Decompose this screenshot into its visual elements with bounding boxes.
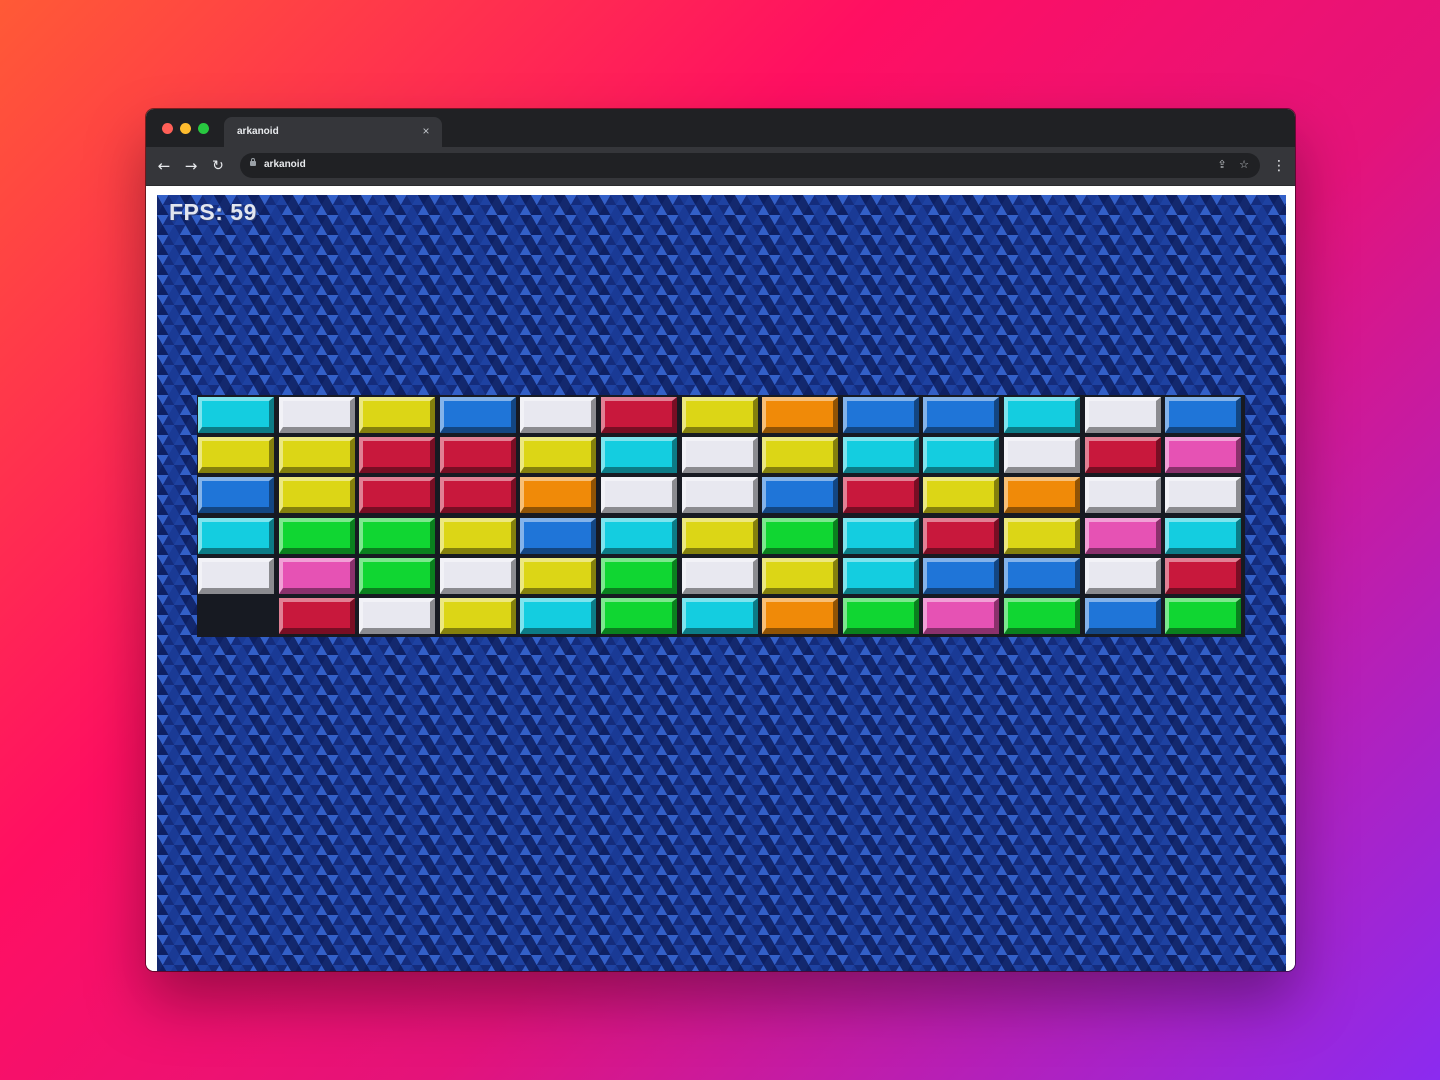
brick-cyan (681, 598, 758, 634)
brick-yellow (198, 437, 274, 474)
brick-pink (1165, 437, 1242, 474)
forward-arrow-icon[interactable]: → (181, 156, 201, 176)
brick-green (1004, 598, 1080, 634)
brick-yellow (439, 517, 516, 554)
brick-pink (1084, 517, 1161, 554)
brick-cyan (923, 437, 1000, 474)
brick-blue (1084, 598, 1161, 634)
brick-cyan (601, 437, 677, 474)
brick-white (1165, 477, 1242, 514)
brick-field (197, 395, 1245, 637)
brick-cyan (601, 517, 677, 554)
brick-orange (762, 397, 839, 433)
brick-orange (1004, 477, 1080, 514)
brick-pink (923, 598, 1000, 634)
brick-pink (278, 557, 355, 594)
maximize-window-button[interactable] (198, 123, 209, 134)
brick-blue (520, 517, 597, 554)
brick-blue (1165, 397, 1242, 433)
brick-white (601, 477, 677, 514)
brick-red (842, 477, 919, 514)
brick-cyan (1004, 397, 1080, 433)
brick-yellow (439, 598, 516, 634)
brick-white (359, 598, 436, 634)
tab-arkanoid[interactable]: arkanoid × (224, 117, 442, 147)
brick-yellow (1004, 517, 1080, 554)
close-window-button[interactable] (162, 123, 173, 134)
brick-cyan (842, 437, 919, 474)
brick-red (601, 397, 677, 433)
browser-menu-icon[interactable]: ⋮ (1269, 156, 1289, 176)
brick-blue (762, 477, 839, 514)
brick-cyan (198, 517, 274, 554)
brick-cyan (520, 598, 597, 634)
brick-orange (520, 477, 597, 514)
page-viewport: FPS: 59 (146, 186, 1295, 971)
brick-yellow (278, 437, 355, 474)
minimize-window-button[interactable] (180, 123, 191, 134)
brick-green (359, 557, 436, 594)
brick-white (520, 397, 597, 433)
brick-green (278, 517, 355, 554)
brick-white (1004, 437, 1080, 474)
brick-white (198, 557, 274, 594)
brick-white (1084, 397, 1161, 433)
bookmark-star-icon[interactable]: ☆ (1236, 157, 1252, 173)
brick-yellow (681, 517, 758, 554)
brick-yellow (520, 437, 597, 474)
brick-cyan (198, 397, 274, 433)
game-canvas[interactable]: FPS: 59 (157, 195, 1286, 971)
brick-red (1165, 557, 1242, 594)
url-text: arkanoid (264, 159, 306, 170)
browser-toolbar: ← → ↻ arkanoid ⇪ ☆ ⋮ (146, 147, 1295, 186)
brick-white (1084, 557, 1161, 594)
brick-red (439, 437, 516, 474)
brick-blue (439, 397, 516, 433)
brick-green (601, 598, 677, 634)
reload-icon[interactable]: ↻ (208, 156, 228, 176)
brick-red (1084, 437, 1161, 474)
brick-green (601, 557, 677, 594)
brick-white (278, 397, 355, 433)
brick-yellow (681, 397, 758, 433)
brick-red (359, 437, 436, 474)
brick-red (278, 598, 355, 634)
brick-white (681, 477, 758, 514)
brick-yellow (762, 557, 839, 594)
share-icon[interactable]: ⇪ (1214, 157, 1230, 173)
brick-yellow (359, 397, 436, 433)
brick-yellow (278, 477, 355, 514)
lock-icon (250, 158, 256, 166)
browser-window: arkanoid × ← → ↻ arkanoid ⇪ ☆ ⋮ FPS: 59 (146, 109, 1295, 971)
brick-white (1084, 477, 1161, 514)
fps-counter: FPS: 59 (169, 199, 257, 225)
brick-cyan (842, 557, 919, 594)
brick-orange (762, 598, 839, 634)
brick-green (1165, 598, 1242, 634)
brick-green (762, 517, 839, 554)
brick-blue (923, 557, 1000, 594)
brick-cyan (842, 517, 919, 554)
tab-close-icon[interactable]: × (418, 123, 434, 139)
brick-red (359, 477, 436, 514)
brick-blue (923, 397, 1000, 433)
brick-cyan (1165, 517, 1242, 554)
title-bar: arkanoid × (146, 109, 1295, 147)
back-arrow-icon[interactable]: ← (154, 156, 174, 176)
brick-white (681, 557, 758, 594)
brick-blue (842, 397, 919, 433)
brick-yellow (762, 437, 839, 474)
brick-yellow (520, 557, 597, 594)
brick-white (439, 557, 516, 594)
brick-blue (198, 477, 274, 514)
address-bar[interactable]: arkanoid ⇪ ☆ (240, 153, 1260, 178)
brick-yellow (923, 477, 1000, 514)
brick-blue (1004, 557, 1080, 594)
brick-white (681, 437, 758, 474)
brick-red (923, 517, 1000, 554)
brick-green (842, 598, 919, 634)
brick-green (359, 517, 436, 554)
brick-red (439, 477, 516, 514)
tab-title: arkanoid (237, 126, 279, 137)
